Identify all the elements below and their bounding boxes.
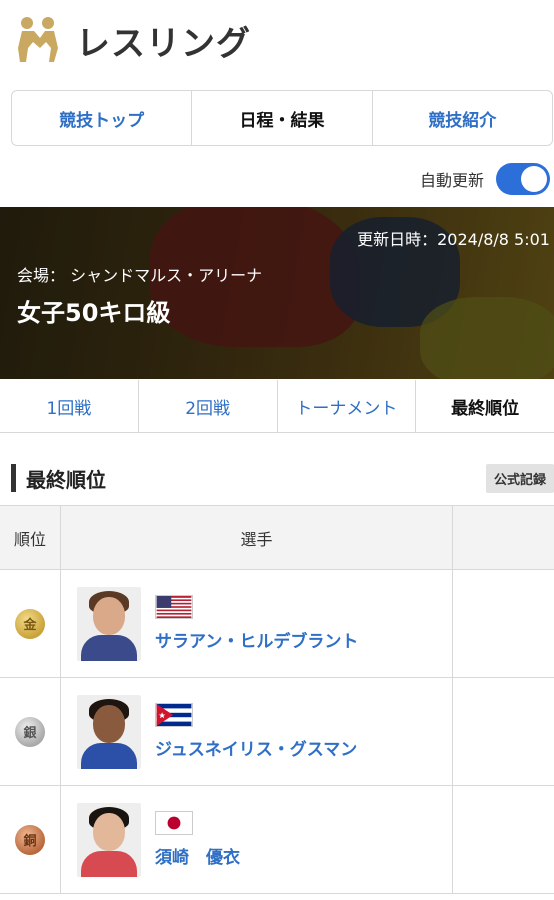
usa-flag-icon xyxy=(155,595,193,619)
athlete-photo xyxy=(77,694,141,769)
event-hero: 更新日時：2024/8/8 5:01 会場： シャンドマルス・アリーナ 女子50… xyxy=(0,207,554,379)
nav-schedule-results[interactable]: 日程・結果 xyxy=(192,91,373,145)
empty-header xyxy=(453,506,554,569)
rank-cell: 銀 xyxy=(0,678,61,785)
athlete-cell: 須崎 優衣 xyxy=(61,786,453,893)
rank-header: 順位 xyxy=(0,506,61,569)
athlete-name-link[interactable]: ジュスネイリス・グスマン xyxy=(155,735,357,760)
athlete-photo xyxy=(77,802,141,877)
athlete-header: 選手 xyxy=(61,506,453,569)
section-title: 最終順位 xyxy=(26,467,106,492)
section-bar xyxy=(11,464,16,492)
extra-cell xyxy=(453,570,554,677)
silver-medal-icon: 銀 xyxy=(15,716,45,747)
event-nav: 競技トップ 日程・結果 競技紹介 xyxy=(11,90,553,146)
athlete-cell: サラアン・ヒルデブラント xyxy=(61,570,453,677)
cuba-flag-icon xyxy=(155,703,193,727)
gold-medal-icon: 金 xyxy=(15,608,45,639)
extra-cell xyxy=(453,678,554,785)
table-row: 金 サラアン・ヒルデブラント xyxy=(0,570,554,678)
photo-body xyxy=(81,742,137,769)
athlete-photo xyxy=(77,586,141,661)
nav-event-intro[interactable]: 競技紹介 xyxy=(373,91,552,145)
athlete-info: サラアン・ヒルデブラント xyxy=(155,595,358,652)
athlete-cell: ジュスネイリス・グスマン xyxy=(61,678,453,785)
table-header: 順位 選手 xyxy=(0,506,554,570)
toggle-knob xyxy=(521,166,547,192)
venue-label: 会場： シャンドマルス・アリーナ xyxy=(17,266,263,285)
event-title: 女子50キロ級 xyxy=(17,299,171,327)
nav-event-top[interactable]: 競技トップ xyxy=(12,91,193,145)
tab-tournament[interactable]: トーナメント xyxy=(278,380,417,432)
updated-time: 更新日時：2024/8/8 5:01 xyxy=(357,230,550,249)
table-row: 銅 須崎 優衣 xyxy=(0,786,554,894)
section-header: 最終順位 公式記録 xyxy=(11,463,554,493)
official-record-badge[interactable]: 公式記録 xyxy=(485,463,554,493)
athlete-name-link[interactable]: 須崎 優衣 xyxy=(155,843,240,868)
wrestling-pictogram-icon xyxy=(18,17,58,62)
bronze-medal-icon: 銅 xyxy=(15,824,45,855)
photo-face xyxy=(93,704,125,743)
tab-final-ranking[interactable]: 最終順位 xyxy=(416,380,554,432)
photo-body xyxy=(81,634,137,661)
page-title: レスリング xyxy=(76,23,251,64)
rank-cell: 金 xyxy=(0,570,61,677)
rank-cell: 銅 xyxy=(0,786,61,893)
table-row: 銀 ジュスネイリス・グスマン xyxy=(0,678,554,786)
ranking-table: 順位 選手 金 サラアン・ヒルデブラント 銀 ジュスネイリス・グスマン 銅 須崎… xyxy=(0,505,554,894)
extra-cell xyxy=(453,786,554,893)
auto-update: 自動更新 xyxy=(420,162,550,196)
round-tabs: 1回戦 2回戦 トーナメント 最終順位 xyxy=(0,380,554,433)
tab-round-1[interactable]: 1回戦 xyxy=(0,380,139,432)
photo-face xyxy=(93,596,125,635)
japan-flag-icon xyxy=(155,811,193,835)
photo-body xyxy=(81,850,137,877)
athlete-name-link[interactable]: サラアン・ヒルデブラント xyxy=(155,627,358,652)
athlete-info: ジュスネイリス・グスマン xyxy=(155,703,357,760)
auto-update-toggle[interactable] xyxy=(496,163,550,195)
athlete-info: 須崎 優衣 xyxy=(155,811,240,868)
auto-update-label: 自動更新 xyxy=(419,171,484,190)
photo-face xyxy=(93,812,125,851)
tab-round-2[interactable]: 2回戦 xyxy=(139,380,278,432)
app-header: レスリング xyxy=(0,0,554,80)
